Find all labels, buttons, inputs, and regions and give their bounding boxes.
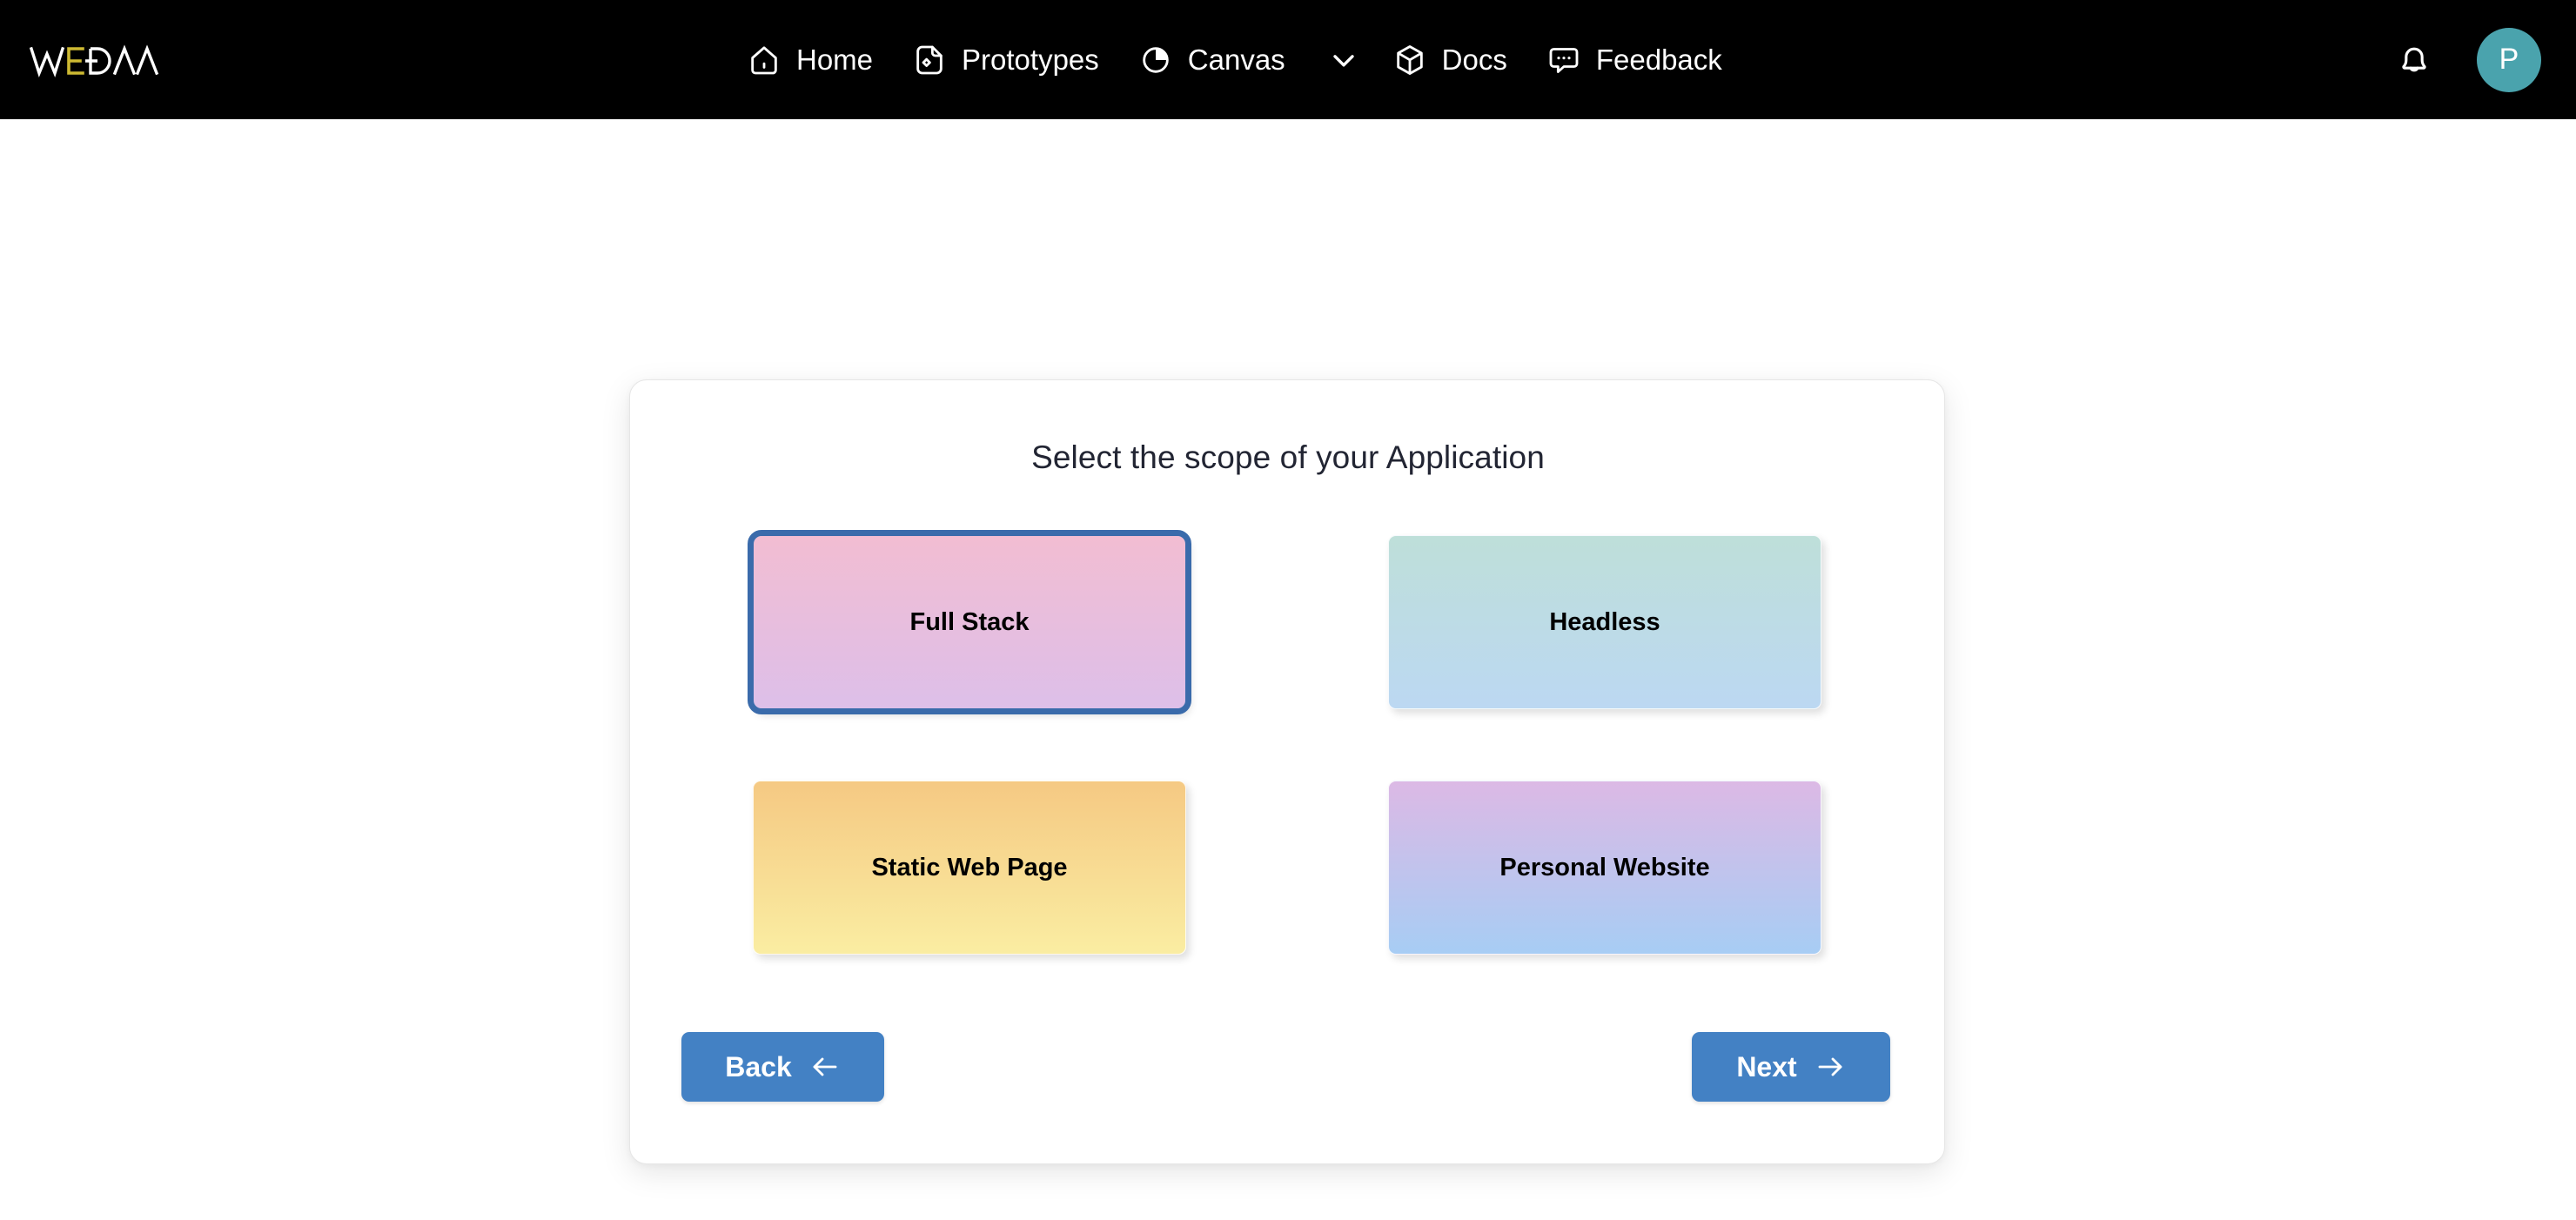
option-card-personal-website-label: Personal Website <box>1499 853 1710 881</box>
primary-navigation: Home Prototypes Canvas Docs Feedback <box>727 0 1741 119</box>
nav-item-docs[interactable]: Docs <box>1372 33 1526 87</box>
scope-options-grid: Full Stack Headless Static Web Page Pers… <box>748 530 1821 955</box>
top-navigation-bar: Home Prototypes Canvas Docs Feedback P <box>0 0 2576 119</box>
nav-item-feedback[interactable]: Feedback <box>1526 33 1741 87</box>
back-button-label: Back <box>725 1050 792 1083</box>
nav-item-canvas-label: Canvas <box>1187 44 1285 76</box>
chevron-down-icon[interactable] <box>1324 40 1364 80</box>
option-card-personal-website[interactable]: Personal Website <box>1388 781 1821 955</box>
file-prototype-icon <box>911 42 948 78</box>
cube-docs-icon <box>1392 42 1428 78</box>
chat-bubble-icon <box>1546 42 1582 78</box>
nav-item-canvas[interactable]: Canvas <box>1118 33 1305 87</box>
page-title: Select the scope of your Application <box>1031 439 1545 475</box>
option-card-full-stack-label: Full Stack <box>909 607 1030 636</box>
option-card-headless[interactable]: Headless <box>1388 535 1821 709</box>
arrow-right-icon <box>1815 1054 1846 1080</box>
wedaa-logo[interactable] <box>30 44 160 78</box>
option-card-full-stack[interactable]: Full Stack <box>748 530 1191 714</box>
home-icon <box>746 42 782 78</box>
navbar-right-actions: P <box>2393 0 2541 119</box>
next-button-label: Next <box>1736 1050 1797 1083</box>
next-button[interactable]: Next <box>1692 1032 1890 1102</box>
nav-item-home[interactable]: Home <box>727 33 892 87</box>
option-card-static-web-page-label: Static Web Page <box>871 853 1068 881</box>
canvas-pie-icon <box>1137 42 1174 78</box>
arrow-left-icon <box>809 1054 841 1080</box>
nav-item-feedback-label: Feedback <box>1595 44 1722 76</box>
avatar-initial: P <box>2499 43 2519 76</box>
option-card-static-web-page[interactable]: Static Web Page <box>753 781 1186 955</box>
nav-item-prototypes-label: Prototypes <box>962 44 1099 76</box>
nav-item-prototypes[interactable]: Prototypes <box>892 33 1118 87</box>
nav-item-docs-label: Docs <box>1441 44 1507 76</box>
nav-item-home-label: Home <box>796 44 874 76</box>
avatar[interactable]: P <box>2477 27 2541 92</box>
bell-icon[interactable] <box>2393 39 2435 81</box>
option-card-headless-label: Headless <box>1549 607 1660 636</box>
back-button[interactable]: Back <box>681 1032 884 1102</box>
